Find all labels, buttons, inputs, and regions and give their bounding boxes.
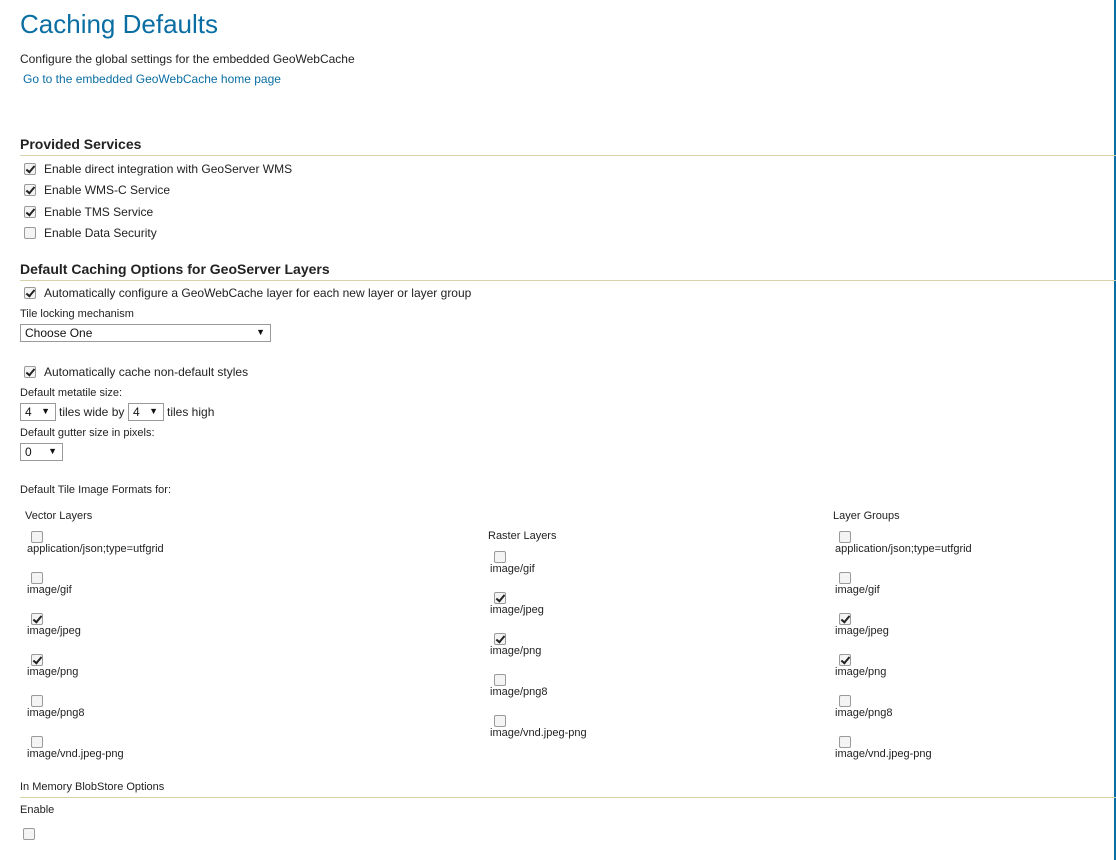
tile-locking-value: Choose One — [25, 326, 93, 340]
gwc-home-link[interactable]: Go to the embedded GeoWebCache home page — [23, 72, 281, 86]
auto-cache-styles-checkbox[interactable] — [24, 366, 36, 378]
chevron-down-icon: ▼ — [149, 406, 158, 416]
group-format-label: image/jpeg — [835, 625, 889, 637]
raster-format-label: image/png8 — [490, 686, 548, 698]
section-divider — [20, 280, 1116, 281]
default-caching-title: Default Caching Options for GeoServer La… — [20, 261, 330, 277]
group-format-label: image/vnd.jpeg-png — [835, 748, 932, 760]
group-format-checkbox[interactable] — [839, 531, 851, 543]
chevron-down-icon: ▼ — [256, 327, 265, 337]
chevron-down-icon: ▼ — [48, 446, 57, 456]
gutter-size-select[interactable]: 0 ▼ — [20, 443, 63, 461]
section-divider — [20, 797, 1116, 798]
vector-format-checkbox[interactable] — [31, 695, 43, 707]
group-format-label: image/gif — [835, 584, 880, 596]
group-format-label: image/png — [835, 666, 887, 678]
metatile-high-select[interactable]: 4 ▼ — [128, 403, 164, 421]
gutter-size-label: Default gutter size in pixels: — [20, 427, 155, 439]
vector-format-checkbox[interactable] — [31, 613, 43, 625]
blobstore-enable-checkbox[interactable] — [23, 828, 35, 840]
raster-format-label: image/vnd.jpeg-png — [490, 727, 587, 739]
group-format-checkbox[interactable] — [839, 654, 851, 666]
group-format-checkbox[interactable] — [839, 572, 851, 584]
metatile-high-value: 4 — [133, 405, 140, 419]
tile-locking-label: Tile locking mechanism — [20, 308, 134, 320]
raster-format-label: image/jpeg — [490, 604, 544, 616]
auto-configure-label: Automatically configure a GeoWebCache la… — [44, 286, 472, 300]
enable-wms-integration-checkbox[interactable] — [24, 163, 36, 175]
vector-format-label: image/gif — [27, 584, 72, 596]
tiles-wide-by-label: tiles wide by — [59, 405, 125, 419]
vector-format-label: image/vnd.jpeg-png — [27, 748, 124, 760]
group-format-checkbox[interactable] — [839, 736, 851, 748]
enable-wmsc-label: Enable WMS-C Service — [44, 183, 171, 197]
vector-format-checkbox[interactable] — [31, 531, 43, 543]
vector-format-label: image/png — [27, 666, 79, 678]
vector-format-checkbox[interactable] — [31, 736, 43, 748]
metatile-wide-value: 4 — [25, 405, 32, 419]
enable-data-security-checkbox[interactable] — [24, 227, 36, 239]
raster-layers-heading: Raster Layers — [488, 530, 557, 542]
raster-format-checkbox[interactable] — [494, 674, 506, 686]
raster-format-label: image/png — [490, 645, 542, 657]
page-description: Configure the global settings for the em… — [20, 52, 355, 66]
tiles-high-label: tiles high — [167, 405, 215, 419]
enable-wmsc-checkbox[interactable] — [24, 184, 36, 196]
raster-format-checkbox[interactable] — [494, 551, 506, 563]
enable-tms-checkbox[interactable] — [24, 206, 36, 218]
chevron-down-icon: ▼ — [41, 406, 50, 416]
layer-groups-heading: Layer Groups — [833, 510, 900, 522]
tile-formats-label: Default Tile Image Formats for: — [20, 484, 171, 496]
vector-layers-heading: Vector Layers — [25, 510, 93, 522]
metatile-wide-select[interactable]: 4 ▼ — [20, 403, 56, 421]
blobstore-enable-label: Enable — [20, 804, 55, 816]
tile-locking-select[interactable]: Choose One ▼ — [20, 324, 271, 342]
auto-cache-styles-label: Automatically cache non-default styles — [44, 365, 249, 379]
vector-format-label: image/png8 — [27, 707, 85, 719]
section-divider — [20, 155, 1116, 156]
raster-format-label: image/gif — [490, 563, 535, 575]
enable-tms-label: Enable TMS Service — [44, 205, 154, 219]
vector-format-label: application/json;type=utfgrid — [27, 543, 164, 555]
enable-data-security-label: Enable Data Security — [44, 226, 157, 240]
vector-format-checkbox[interactable] — [31, 572, 43, 584]
blobstore-title: In Memory BlobStore Options — [20, 781, 165, 793]
group-format-label: application/json;type=utfgrid — [835, 543, 972, 555]
group-format-checkbox[interactable] — [839, 613, 851, 625]
metatile-size-label: Default metatile size: — [20, 387, 123, 399]
raster-format-checkbox[interactable] — [494, 592, 506, 604]
group-format-checkbox[interactable] — [839, 695, 851, 707]
gutter-size-value: 0 — [25, 445, 32, 459]
provided-services-title: Provided Services — [20, 136, 142, 152]
raster-format-checkbox[interactable] — [494, 633, 506, 645]
vector-format-label: image/jpeg — [27, 625, 81, 637]
group-format-label: image/png8 — [835, 707, 893, 719]
page-title: Caching Defaults — [20, 9, 218, 39]
auto-configure-checkbox[interactable] — [24, 287, 36, 299]
enable-wms-integration-label: Enable direct integration with GeoServer… — [44, 162, 293, 176]
raster-format-checkbox[interactable] — [494, 715, 506, 727]
vector-format-checkbox[interactable] — [31, 654, 43, 666]
